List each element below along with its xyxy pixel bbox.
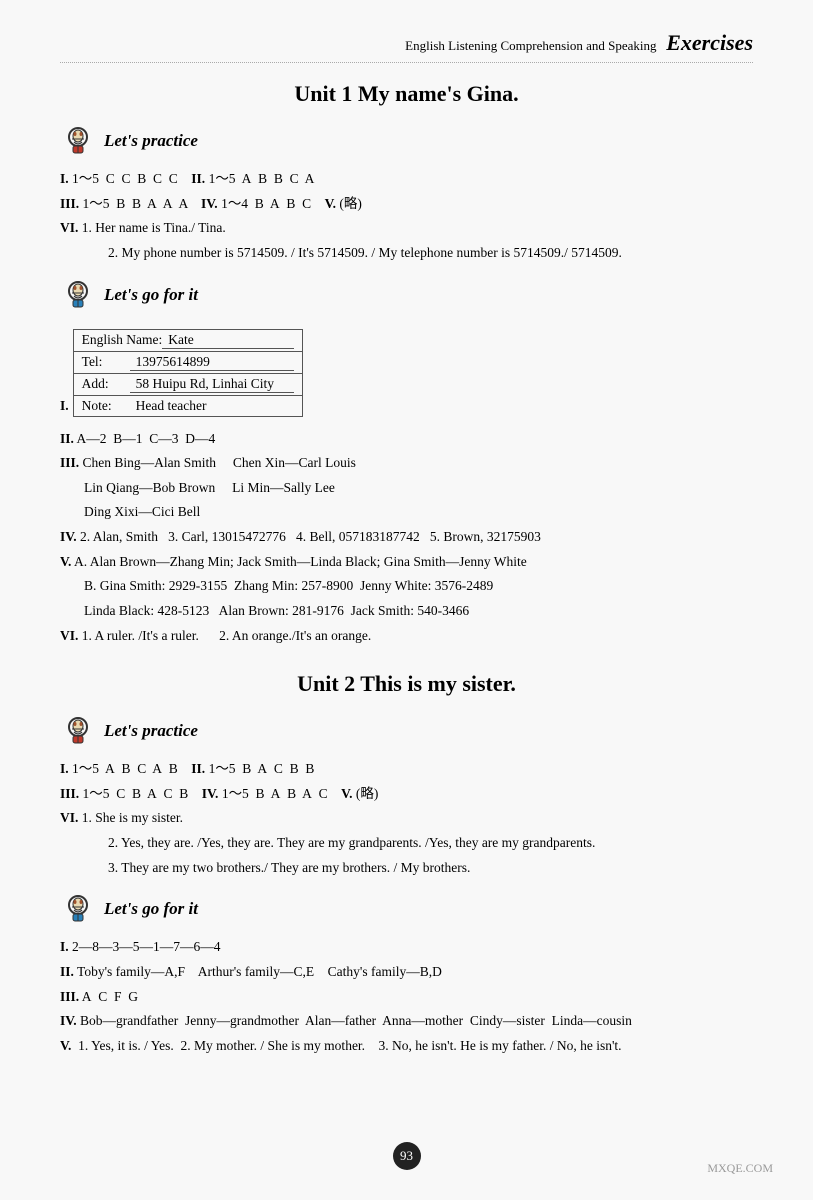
unit2-go-label: Let's go for it xyxy=(104,899,198,919)
unit2-go-line-I: I. 2—8—3—5—1—7—6—4 xyxy=(60,935,753,959)
info-row-note: Note: Head teacher xyxy=(74,396,302,416)
unit1-practice-line4: 2. My phone number is 5714509. / It's 57… xyxy=(108,241,753,265)
practice-icon-2 xyxy=(60,713,96,749)
unit1-lets-go-heading: Let's go for it xyxy=(60,277,753,313)
practice-icon xyxy=(60,123,96,159)
page: English Listening Comprehension and Spea… xyxy=(0,0,813,1200)
unit1-lets-practice-heading: Let's practice xyxy=(60,123,753,159)
unit1-practice-line3: VI. 1. Her name is Tina./ Tina. xyxy=(60,216,753,240)
unit1-title: Unit 1 My name's Gina. xyxy=(60,81,753,107)
unit2-practice-line3: VI. 1. She is my sister. xyxy=(60,806,753,830)
unit2-lets-practice-heading: Let's practice xyxy=(60,713,753,749)
header-subtitle: English Listening Comprehension and Spea… xyxy=(405,38,656,53)
go-for-it-icon-2 xyxy=(60,891,96,927)
unit1-practice-label: Let's practice xyxy=(104,131,198,151)
unit2-practice-line1: I. 1～5 A B C A B II. 1～5 B A C B B xyxy=(60,757,753,781)
unit2-practice-line5: 3. They are my two brothers./ They are m… xyxy=(108,856,753,880)
unit2-go-line-V: V. 1. Yes, it is. / Yes. 2. My mother. /… xyxy=(60,1034,753,1058)
page-number: 93 xyxy=(393,1142,421,1170)
unit1-go-line-II: II. A—2 B—1 C—3 D—4 xyxy=(60,427,753,451)
unit2-title: Unit 2 This is my sister. xyxy=(60,671,753,697)
unit1-go-line-V-B: B. Gina Smith: 2929-3155 Zhang Min: 257-… xyxy=(84,574,753,598)
unit1-go-line-V-A: V. A. Alan Brown—Zhang Min; Jack Smith—L… xyxy=(60,550,753,574)
unit1-go-line-III-2: Lin Qiang—Bob Brown Li Min—Sally Lee xyxy=(84,476,753,500)
unit2-lets-go-heading: Let's go for it xyxy=(60,891,753,927)
unit1-practice-line1: I. 1～5 C C B C C II. 1～5 A B B C A xyxy=(60,167,753,191)
unit1-go-line-III-3: Ding Xixi—Cici Bell xyxy=(84,500,753,524)
info-table: English Name: Kate Tel: 13975614899 Add:… xyxy=(73,329,303,417)
unit1-go-line-IV: IV. 2. Alan, Smith 3. Carl, 13015472776 … xyxy=(60,525,753,549)
page-header: English Listening Comprehension and Spea… xyxy=(60,30,753,63)
unit2-practice-line4: 2. Yes, they are. /Yes, they are. They a… xyxy=(108,831,753,855)
info-row-tel: Tel: 13975614899 xyxy=(74,352,302,374)
go-for-it-icon xyxy=(60,277,96,313)
header-title: Exercises xyxy=(666,30,753,55)
unit2-go-line-III: III. A C F G xyxy=(60,985,753,1009)
unit1-practice-line2: III. 1～5 B B A A A IV. 1～4 B A B C V. (略… xyxy=(60,192,753,216)
unit2-go-line-II: II. Toby's family—A,F Arthur's family—C,… xyxy=(60,960,753,984)
unit2-practice-label: Let's practice xyxy=(104,721,198,741)
info-row-add: Add: 58 Huipu Rd, Linhai City xyxy=(74,374,302,396)
unit1-go-label: Let's go for it xyxy=(104,285,198,305)
info-row-name: English Name: Kate xyxy=(74,330,302,352)
unit1-go-line-V-C: Linda Black: 428-5123 Alan Brown: 281-91… xyxy=(84,599,753,623)
watermark: MXQE.COM xyxy=(707,1161,773,1176)
unit1-go-line-VI: VI. 1. A ruler. /It's a ruler. 2. An ora… xyxy=(60,624,753,648)
unit2-go-line-IV: IV. Bob—grandfather Jenny—grandmother Al… xyxy=(60,1009,753,1033)
unit2-practice-line2: III. 1～5 C B A C B IV. 1～5 B A B A C V. … xyxy=(60,782,753,806)
unit1-go-line-III-1: III. Chen Bing—Alan Smith Chen Xin—Carl … xyxy=(60,451,753,475)
unit1-go-section-I: I. English Name: Kate Tel: 13975614899 A… xyxy=(60,321,753,427)
